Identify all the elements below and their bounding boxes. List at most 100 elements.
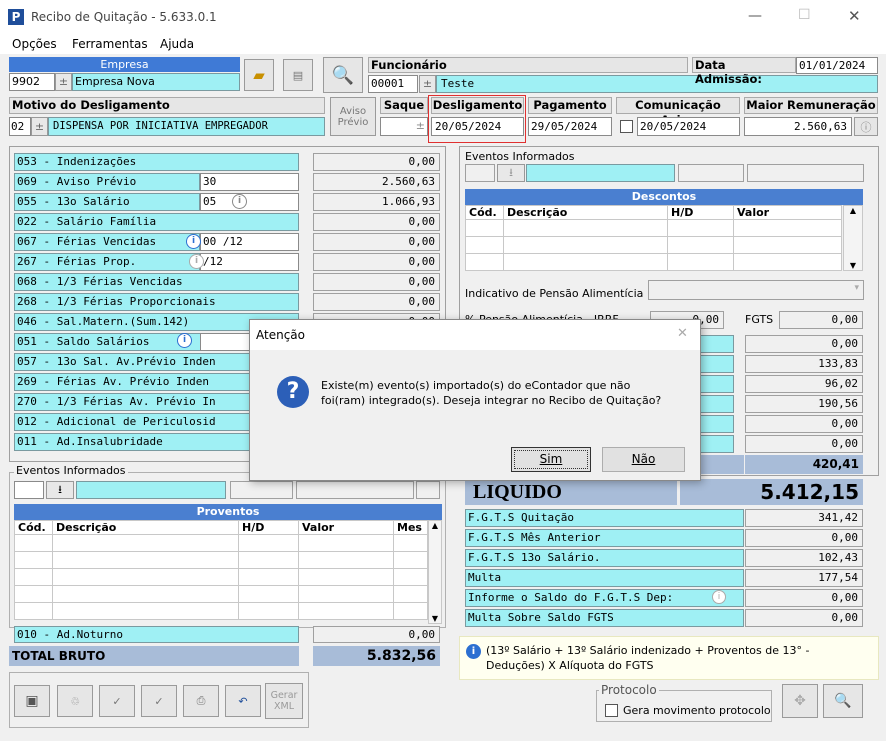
eventos-right-code[interactable]	[465, 164, 495, 182]
table-row[interactable]	[14, 585, 428, 603]
right-item-value[interactable]: 0,00	[745, 335, 863, 353]
menu-opcoes[interactable]: Opções	[12, 37, 57, 51]
info-circle-icon[interactable]: i	[186, 234, 201, 249]
scroll-up-icon[interactable]: ▲	[429, 521, 441, 530]
exit-search-icon[interactable]: 🔍	[823, 684, 863, 718]
fgts-row-value[interactable]: 0,00	[745, 529, 863, 547]
scroll-down-icon[interactable]: ▼	[844, 261, 862, 270]
saque-field[interactable]: ±	[380, 117, 428, 136]
fgts-row-value[interactable]: 102,43	[745, 549, 863, 567]
minimize-button[interactable]: —	[748, 8, 762, 24]
left-item-value[interactable]: 1.066,93	[313, 193, 440, 211]
pagamento-value[interactable]: 29/05/2024	[528, 117, 612, 136]
eventos-left-f2[interactable]	[296, 481, 414, 499]
empresa-lookup-icon[interactable]: ±	[55, 73, 72, 91]
fgts-value[interactable]: 0,00	[779, 311, 863, 329]
admissao-value[interactable]: 01/01/2024	[796, 57, 878, 74]
left-item-mid[interactable]: /12	[200, 253, 299, 271]
fgts-row-value[interactable]: 341,42	[745, 509, 863, 527]
funcionario-code[interactable]: 00001	[368, 75, 418, 93]
fgts-row-value[interactable]: 0,00	[745, 589, 863, 607]
eventos-right-f1[interactable]	[678, 164, 744, 182]
descontos-scrollbar[interactable]: ▲ ▼	[843, 205, 863, 271]
motivo-value[interactable]: DISPENSA POR INICIATIVA EMPREGADOR	[48, 117, 325, 136]
table-row[interactable]	[465, 236, 842, 254]
save-icon[interactable]: ▣	[14, 685, 50, 717]
motivo-code[interactable]: 02	[9, 117, 31, 136]
fgts-row-value[interactable]: 177,54	[745, 569, 863, 587]
info-circle-icon[interactable]: i	[177, 333, 192, 348]
aviso-previo-button[interactable]: Aviso Prévio	[330, 97, 376, 136]
empresa-name[interactable]: Empresa Nova	[72, 73, 240, 91]
ad-noturno-value[interactable]: 0,00	[313, 626, 440, 643]
gerar-xml-button[interactable]: Gerar XML	[265, 683, 303, 719]
eventos-right-lookup-icon[interactable]: ⭳	[497, 164, 525, 182]
right-item-value[interactable]: 190,56	[745, 395, 863, 413]
no-button[interactable]: Não	[602, 447, 685, 472]
left-item-mid[interactable]: 00 /12	[200, 233, 299, 251]
pensao-select[interactable]: ▾	[648, 280, 864, 300]
settings-icon[interactable]: ✥	[782, 684, 818, 718]
desligamento-value[interactable]: 20/05/2024	[431, 117, 524, 136]
fgts-row-value[interactable]: 0,00	[745, 609, 863, 627]
eventos-right-f2[interactable]	[747, 164, 864, 182]
maximize-button[interactable]: ☐	[798, 7, 811, 23]
left-item-value[interactable]: 0,00	[313, 153, 440, 171]
left-item-value[interactable]: 0,00	[313, 293, 440, 311]
motivo-lookup-icon[interactable]: ±	[31, 117, 48, 136]
table-row[interactable]	[14, 602, 428, 620]
table-row[interactable]	[465, 253, 842, 271]
menu-ajuda[interactable]: Ajuda	[160, 37, 194, 51]
left-item-mid[interactable]: 30	[200, 173, 299, 191]
info-circle-icon[interactable]: ⓘ	[854, 117, 878, 136]
left-item-value[interactable]: 0,00	[313, 273, 440, 291]
eventos-left-f3[interactable]	[416, 481, 440, 499]
protocolo-checkbox[interactable]	[605, 704, 618, 717]
window-title: Recibo de Quitação - 5.633.0.1	[31, 10, 217, 24]
right-item-value[interactable]: 0,00	[745, 435, 863, 453]
eventos-left-desc[interactable]	[76, 481, 226, 499]
right-item-value[interactable]: 133,83	[745, 355, 863, 373]
print-icon[interactable]: ⎙	[183, 685, 219, 717]
menu-ferramentas[interactable]: Ferramentas	[72, 37, 148, 51]
maior-remuneracao-value[interactable]: 2.560,63	[744, 117, 852, 136]
undo-icon[interactable]: ↶	[225, 685, 261, 717]
funcionario-name[interactable]: Teste	[436, 75, 878, 93]
right-item-value[interactable]: 96,02	[745, 375, 863, 393]
close-button[interactable]: ✕	[848, 7, 861, 25]
folder-icon[interactable]: ▰	[244, 59, 274, 91]
comunicacao-checkbox[interactable]	[620, 120, 633, 133]
yes-button[interactable]: Sim	[511, 447, 591, 472]
table-row[interactable]	[14, 568, 428, 586]
empresa-code[interactable]: 9902	[9, 73, 55, 91]
eventos-left-f1[interactable]	[230, 481, 293, 499]
info-circle-icon[interactable]: i	[189, 254, 204, 269]
scroll-down-icon[interactable]: ▼	[429, 614, 441, 623]
left-item-mid[interactable]: 05	[200, 193, 299, 211]
funcionario-lookup-icon[interactable]: ±	[419, 75, 436, 93]
delete-icon[interactable]: ♲	[57, 685, 93, 717]
left-item-value[interactable]: 0,00	[313, 253, 440, 271]
proventos-scrollbar[interactable]: ▲ ▼	[428, 520, 442, 624]
eventos-left-lookup-icon[interactable]: ⭳	[46, 481, 74, 499]
document-icon[interactable]: ▤	[283, 59, 313, 91]
left-item-value[interactable]: 0,00	[313, 233, 440, 251]
eventos-left-code[interactable]	[14, 481, 44, 499]
table-row[interactable]	[14, 534, 428, 552]
scroll-up-icon[interactable]: ▲	[844, 206, 862, 215]
left-item-value[interactable]: 2.560,63	[313, 173, 440, 191]
info-circle-icon[interactable]: i	[712, 590, 726, 604]
check-icon[interactable]: ✓	[99, 685, 135, 717]
dialog-close-button[interactable]: ✕	[677, 326, 688, 341]
info-circle-icon[interactable]: i	[232, 194, 247, 209]
saque-lookup-icon[interactable]: ±	[416, 119, 425, 132]
eventos-right-desc[interactable]	[526, 164, 675, 182]
right-item-value[interactable]: 0,00	[745, 415, 863, 433]
total-bruto-label: TOTAL BRUTO	[9, 646, 299, 666]
table-row[interactable]	[14, 551, 428, 569]
comunicacao-value[interactable]: 20/05/2024	[637, 117, 740, 136]
table-row[interactable]	[465, 219, 842, 237]
search-icon[interactable]: 🔍	[323, 57, 363, 93]
left-item-value[interactable]: 0,00	[313, 213, 440, 231]
check2-icon[interactable]: ✓	[141, 685, 177, 717]
